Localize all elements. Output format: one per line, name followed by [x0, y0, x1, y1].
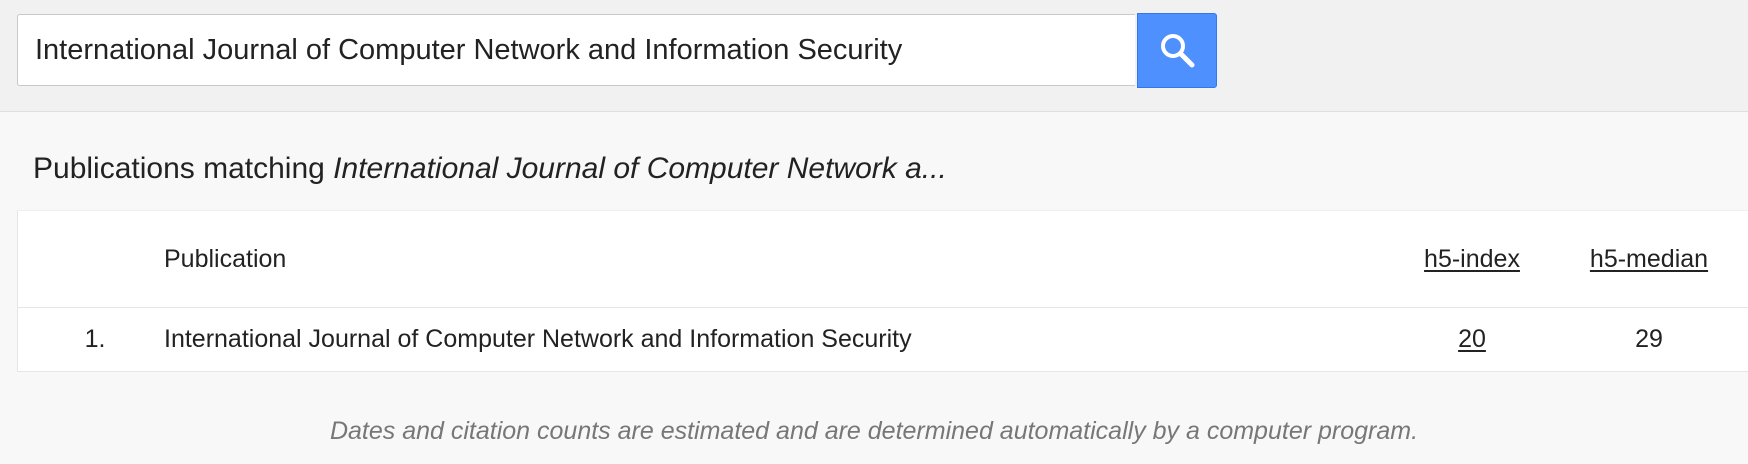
search-input[interactable] [17, 14, 1135, 86]
h5-index-sort-link[interactable]: h5-index [1424, 245, 1520, 273]
results-heading-query: International Journal of Computer Networ… [333, 152, 947, 185]
table-header-row: Publication h5-index h5-median [18, 211, 1748, 308]
column-header-h5-index: h5-index [1392, 245, 1552, 274]
search-icon [1161, 34, 1195, 68]
footer-note: Dates and citation counts are estimated … [329, 417, 1419, 445]
table-row: 1. International Journal of Computer Net… [18, 308, 1748, 372]
column-header-h5-median: h5-median [1556, 245, 1742, 274]
column-header-publication: Publication [164, 245, 287, 273]
search-bar [0, 0, 1748, 112]
search-button[interactable] [1137, 13, 1217, 88]
row-h5-median: 29 [1635, 325, 1663, 353]
row-publication-title: International Journal of Computer Networ… [164, 325, 912, 353]
h5-index-link[interactable]: 20 [1458, 325, 1486, 353]
row-rank: 1. [84, 325, 106, 353]
results-heading: Publications matching International Jour… [33, 152, 947, 186]
results-heading-prefix: Publications matching [33, 152, 325, 185]
row-h5-index: 20 [1392, 325, 1552, 354]
h5-median-sort-link[interactable]: h5-median [1590, 245, 1708, 273]
publications-table: Publication h5-index h5-median 1. Intern… [17, 210, 1748, 372]
